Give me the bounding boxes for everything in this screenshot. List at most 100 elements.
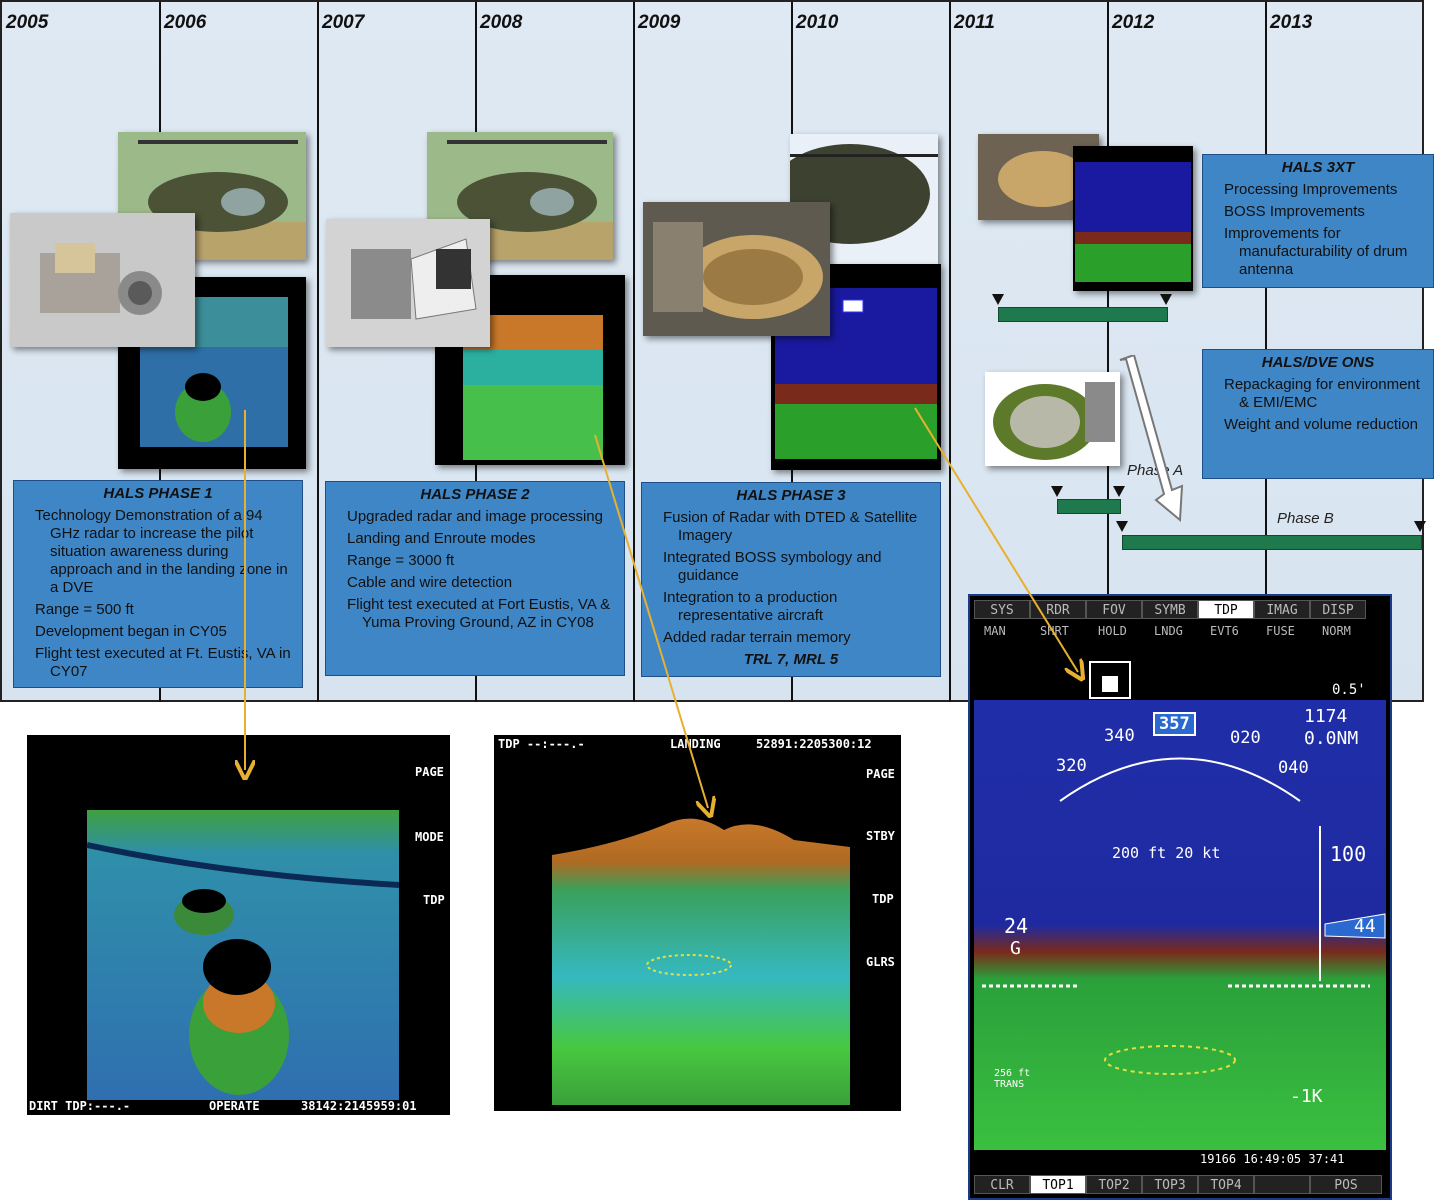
milestone-marker [1414, 521, 1426, 532]
radar-side-label: GLRS [866, 955, 895, 969]
hud-heading-tick: 040 [1278, 758, 1309, 778]
year-label-2013: 2013 [1270, 12, 1313, 33]
hud-left-readout: 24 [1004, 914, 1029, 938]
hals-dve-item: Weight and volume reduction [1224, 416, 1419, 433]
hals-phase-3-box: HALS PHASE 3 Fusion of Radar with DTED &… [641, 482, 941, 677]
radar-hardware-photo [326, 219, 490, 347]
hud-subtab: NORM [1322, 624, 1351, 638]
hals-3xt-schedule-bar [998, 307, 1168, 322]
hud-bottom-right: -1K [1290, 1086, 1323, 1107]
hud-right-tag: 44 [1354, 916, 1376, 937]
phase-1-item: Flight test executed at Ft. Eustis, VA i… [35, 645, 291, 680]
hud-left-sub: G [1010, 938, 1021, 959]
hals-3xt-title: HALS 3XT [1281, 159, 1355, 176]
hud-bottom-tab[interactable]: POS [1310, 1175, 1382, 1194]
hud-bottom-tab-active[interactable]: TOP1 [1030, 1175, 1086, 1194]
milestone-marker [992, 294, 1004, 305]
hud-subtab: FUSE [1266, 624, 1295, 638]
phase-2-item: Landing and Enroute modes [347, 530, 536, 547]
radar-side-label: STBY [866, 829, 895, 843]
hud-tab[interactable]: DISP [1310, 600, 1366, 619]
radar-side-label: TDP [423, 893, 445, 907]
hud-subtab: EVT6 [1210, 624, 1239, 638]
hals-phase-2-box: HALS PHASE 2 Upgraded radar and image pr… [325, 481, 625, 676]
hud-heading: 357 [1153, 712, 1196, 736]
phase-2-item: Upgraded radar and image processing [347, 508, 603, 525]
hud-tab[interactable]: IMAG [1254, 600, 1310, 619]
milestone-marker [1160, 294, 1172, 305]
phase-b-schedule-bar [1122, 535, 1422, 550]
hals-3xt-box: HALS 3XT Processing Improvements BOSS Im… [1202, 154, 1434, 288]
hud-timestamp: 19166 16:49:05 37:41 [1200, 1152, 1345, 1166]
radar-side-label: TDP [872, 892, 894, 906]
hud-subtab: HOLD [1098, 624, 1127, 638]
radar-hardware-photo [643, 202, 830, 336]
phase-2-item: Flight test executed at Fort Eustis, VA … [347, 596, 611, 631]
radar-header-right: 52891:2205300:12 [756, 737, 872, 751]
radar-phase-2-enlarged: TDP --:---.- LANDING 52891:2205300:12 PA… [494, 735, 901, 1111]
hud-subtab: SHRT [1040, 624, 1069, 638]
hud-bottom-tab[interactable]: TOP2 [1086, 1175, 1142, 1194]
hals-3xt-item: Processing Improvements [1224, 181, 1398, 198]
hud-bottom-tab[interactable]: CLR [974, 1175, 1030, 1194]
phase-1-item: Technology Demonstration of a 94 GHz rad… [35, 507, 288, 596]
hud-display-thumbnail [1073, 146, 1193, 291]
hals-dve-ons-box: HALS/DVE ONS Repackaging for environment… [1202, 349, 1434, 479]
hud-display-enlarged: SYS RDR FOV SYMB TDP IMAG DISP MAN SHRT … [968, 594, 1392, 1200]
phase-1-title: HALS PHASE 1 [103, 485, 213, 502]
year-divider [317, 2, 319, 702]
phase-3-title: HALS PHASE 3 [736, 487, 846, 504]
radar-header-left: TDP --:---.- [498, 737, 585, 751]
hud-tab[interactable]: FOV [1086, 600, 1142, 619]
year-label-2007: 2007 [322, 12, 365, 33]
year-label-2009: 2009 [638, 12, 681, 33]
hals-3xt-item: BOSS Improvements [1224, 203, 1365, 220]
phase-2-title: HALS PHASE 2 [420, 486, 530, 503]
hud-bottom-tab[interactable]: TOP4 [1198, 1175, 1254, 1194]
hals-3xt-item: Improvements for manufacturability of dr… [1224, 225, 1408, 278]
milestone-marker [1051, 486, 1063, 497]
hud-subtab: MAN [984, 624, 1006, 638]
hud-speed-readout: 200 ft 20 kt [1112, 844, 1221, 862]
radar-hardware-photo [10, 213, 195, 347]
hud-bottom-tab[interactable]: TOP3 [1142, 1175, 1198, 1194]
hud-altitude: 1174 [1304, 706, 1348, 727]
hud-scale-right: 100 [1330, 842, 1367, 866]
transition-arrow [1119, 355, 1184, 523]
hud-heading-tick: 340 [1104, 726, 1135, 746]
radar-enclosure-photo [985, 372, 1120, 466]
phase-3-readiness: TRL 7, MRL 5 [743, 651, 839, 668]
hud-range: 0.0NM [1304, 728, 1359, 749]
hud-tab[interactable]: SYMB [1142, 600, 1198, 619]
hud-tab[interactable]: SYS [974, 600, 1030, 619]
phase-1-item: Range = 500 ft [35, 601, 134, 618]
radar-header-mid: LANDING [670, 737, 721, 751]
year-label-2010: 2010 [796, 12, 839, 33]
year-divider [949, 2, 951, 702]
hud-tab[interactable]: RDR [1030, 600, 1086, 619]
hals-dve-item: Repackaging for environment & EMI/EMC [1224, 376, 1420, 411]
year-divider [633, 2, 635, 702]
phase-3-item: Added radar terrain memory [663, 629, 851, 646]
year-label-2006: 2006 [164, 12, 207, 33]
radar-footer-left: DIRT TDP:---.- [29, 1099, 131, 1113]
year-label-2011: 2011 [954, 12, 995, 33]
phase-1-item: Development began in CY05 [35, 623, 227, 640]
year-label-2008: 2008 [480, 12, 523, 33]
phase-2-item: Cable and wire detection [347, 574, 513, 591]
radar-footer-right: 38142:2145959:01 [301, 1099, 417, 1113]
radar-side-label: PAGE [415, 765, 444, 779]
radar-side-label: PAGE [866, 767, 895, 781]
year-label-2012: 2012 [1112, 12, 1155, 33]
hud-zoom: 0.5' [1332, 682, 1366, 698]
phase-3-item: Integration to a production representati… [663, 589, 838, 624]
radar-phase-1-enlarged: PAGE MODE TDP DIRT TDP:---.- OPERATE 381… [27, 735, 450, 1115]
hud-bottom-tab[interactable] [1254, 1175, 1310, 1194]
phase-2-item: Range = 3000 ft [347, 552, 455, 569]
hud-bottom-left: 256 ft TRANS [994, 1068, 1031, 1090]
hud-subtab: LNDG [1154, 624, 1183, 638]
phase-3-item: Integrated BOSS symbology and guidance [663, 549, 882, 584]
hals-phase-1-box: HALS PHASE 1 Technology Demonstration of… [13, 480, 303, 688]
hals-dve-title: HALS/DVE ONS [1261, 354, 1375, 371]
hud-tab-active[interactable]: TDP [1198, 600, 1254, 619]
